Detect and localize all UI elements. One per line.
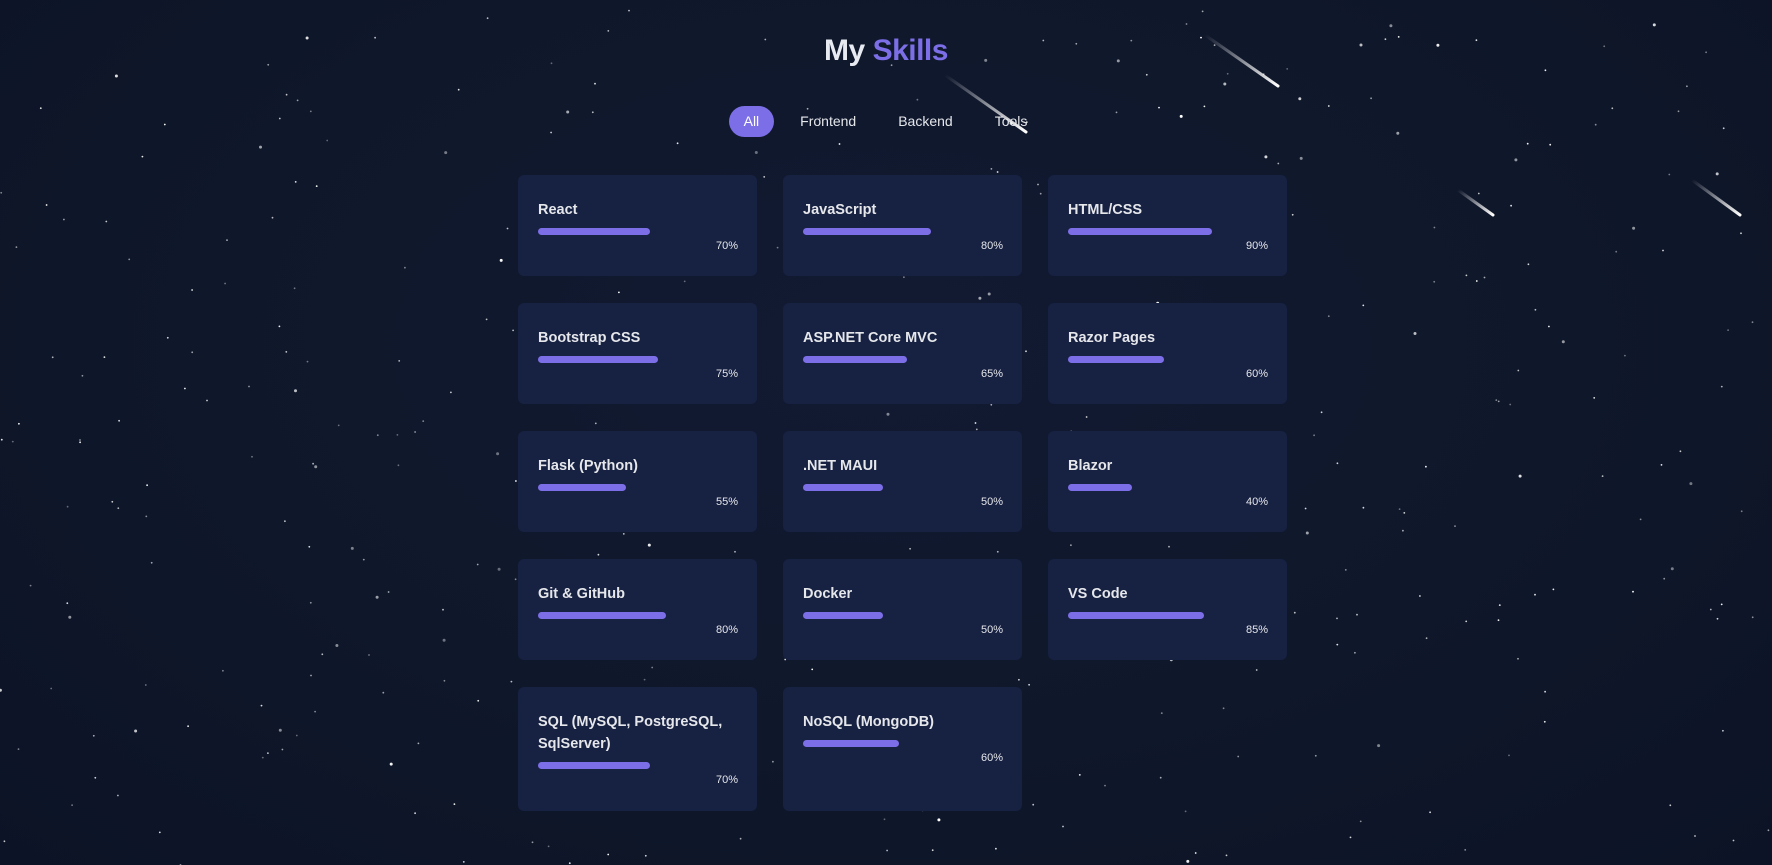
skill-progress-bar	[803, 612, 1003, 619]
skill-percent-label: 80%	[980, 240, 1003, 252]
skill-progress-fill	[538, 228, 650, 235]
title-part-skills: Skills	[872, 34, 949, 67]
skill-percent-label: 40%	[1245, 496, 1268, 508]
shooting-star	[1690, 178, 1742, 217]
skill-name: HTML/CSS	[1068, 202, 1143, 218]
skill-name: VS Code	[1068, 586, 1128, 602]
skill-percent-label: 85%	[1245, 624, 1268, 636]
skill-progress-bar	[1068, 612, 1268, 619]
skill-percent-label: 70%	[715, 240, 738, 252]
skill-card: ASP.NET Core MVC 65%	[783, 303, 1022, 404]
filter-frontend-button[interactable]: Frontend	[784, 106, 872, 137]
skill-progress-fill	[1068, 484, 1132, 491]
skill-progress-bar	[538, 762, 738, 769]
skill-progress-bar	[803, 484, 1003, 491]
skill-filter-bar: All Frontend Backend Tools	[0, 106, 1772, 137]
skill-progress-bar	[1068, 228, 1268, 235]
skill-progress-fill	[803, 356, 907, 363]
skill-progress-bar	[1068, 484, 1268, 491]
page-title: My Skills	[0, 34, 1772, 68]
title-part-my: My	[824, 34, 865, 67]
skill-name: Docker	[803, 586, 853, 602]
filter-all-button[interactable]: All	[728, 106, 775, 137]
skill-card: .NET MAUI 50%	[783, 431, 1022, 532]
shooting-star	[1456, 188, 1495, 217]
skill-card: SQL (MySQL, PostgreSQL, SqlServer) 70%	[518, 687, 757, 811]
skill-progress-fill	[803, 740, 899, 747]
skill-percent-label: 55%	[715, 496, 738, 508]
skill-name: SQL (MySQL, PostgreSQL, SqlServer)	[538, 714, 723, 752]
skill-progress-bar	[803, 740, 1003, 747]
skill-percent-label: 70%	[715, 774, 738, 786]
skill-name: NoSQL (MongoDB)	[803, 714, 935, 730]
skill-progress-bar	[803, 356, 1003, 363]
skill-percent-label: 65%	[980, 368, 1003, 380]
skill-percent-label: 60%	[1245, 368, 1268, 380]
skill-progress-bar	[1068, 356, 1268, 363]
skill-progress-bar	[538, 612, 738, 619]
skill-name: Git & GitHub	[538, 586, 625, 602]
skill-percent-label: 60%	[980, 752, 1003, 764]
filter-backend-button[interactable]: Backend	[882, 106, 968, 137]
skill-card: Docker 50%	[783, 559, 1022, 660]
skill-progress-fill	[538, 484, 626, 491]
page-background: My Skills All Frontend Backend Tools Rea…	[0, 0, 1772, 865]
skill-card: React 70%	[518, 175, 757, 276]
skill-progress-fill	[538, 356, 658, 363]
skill-card: Blazor 40%	[1048, 431, 1287, 532]
skill-name: Blazor	[1068, 458, 1113, 474]
skill-card: HTML/CSS 90%	[1048, 175, 1287, 276]
skill-progress-fill	[1068, 356, 1164, 363]
skill-percent-label: 80%	[715, 624, 738, 636]
skill-progress-fill	[538, 762, 650, 769]
skill-card: VS Code 85%	[1048, 559, 1287, 660]
skill-percent-label: 50%	[980, 496, 1003, 508]
skill-name: Razor Pages	[1068, 330, 1156, 346]
skill-progress-bar	[538, 356, 738, 363]
skill-progress-fill	[538, 612, 666, 619]
skill-name: Flask (Python)	[538, 458, 638, 474]
skill-name: ASP.NET Core MVC	[803, 330, 938, 346]
skill-progress-fill	[1068, 612, 1204, 619]
skill-card: JavaScript 80%	[783, 175, 1022, 276]
skills-grid: React 70% JavaScript 80% HTML/CSS 90% Bootstra…	[518, 175, 1287, 811]
skill-card: Razor Pages 60%	[1048, 303, 1287, 404]
skill-progress-fill	[803, 228, 931, 235]
skill-percent-label: 50%	[980, 624, 1003, 636]
skill-card: Bootstrap CSS 75%	[518, 303, 757, 404]
skill-progress-bar	[803, 228, 1003, 235]
skill-name: JavaScript	[803, 202, 877, 218]
skill-progress-fill	[803, 612, 883, 619]
skill-progress-bar	[538, 484, 738, 491]
skill-card: Flask (Python) 55%	[518, 431, 757, 532]
skill-card: Git & GitHub 80%	[518, 559, 757, 660]
skill-name: React	[538, 202, 578, 218]
skill-percent-label: 75%	[715, 368, 738, 380]
skill-percent-label: 90%	[1245, 240, 1268, 252]
skill-progress-fill	[803, 484, 883, 491]
filter-tools-button[interactable]: Tools	[979, 106, 1044, 137]
skill-progress-fill	[1068, 228, 1212, 235]
skill-card: NoSQL (MongoDB) 60%	[783, 687, 1022, 811]
skill-name: .NET MAUI	[803, 458, 878, 474]
skill-progress-bar	[538, 228, 738, 235]
skill-name: Bootstrap CSS	[538, 330, 641, 346]
